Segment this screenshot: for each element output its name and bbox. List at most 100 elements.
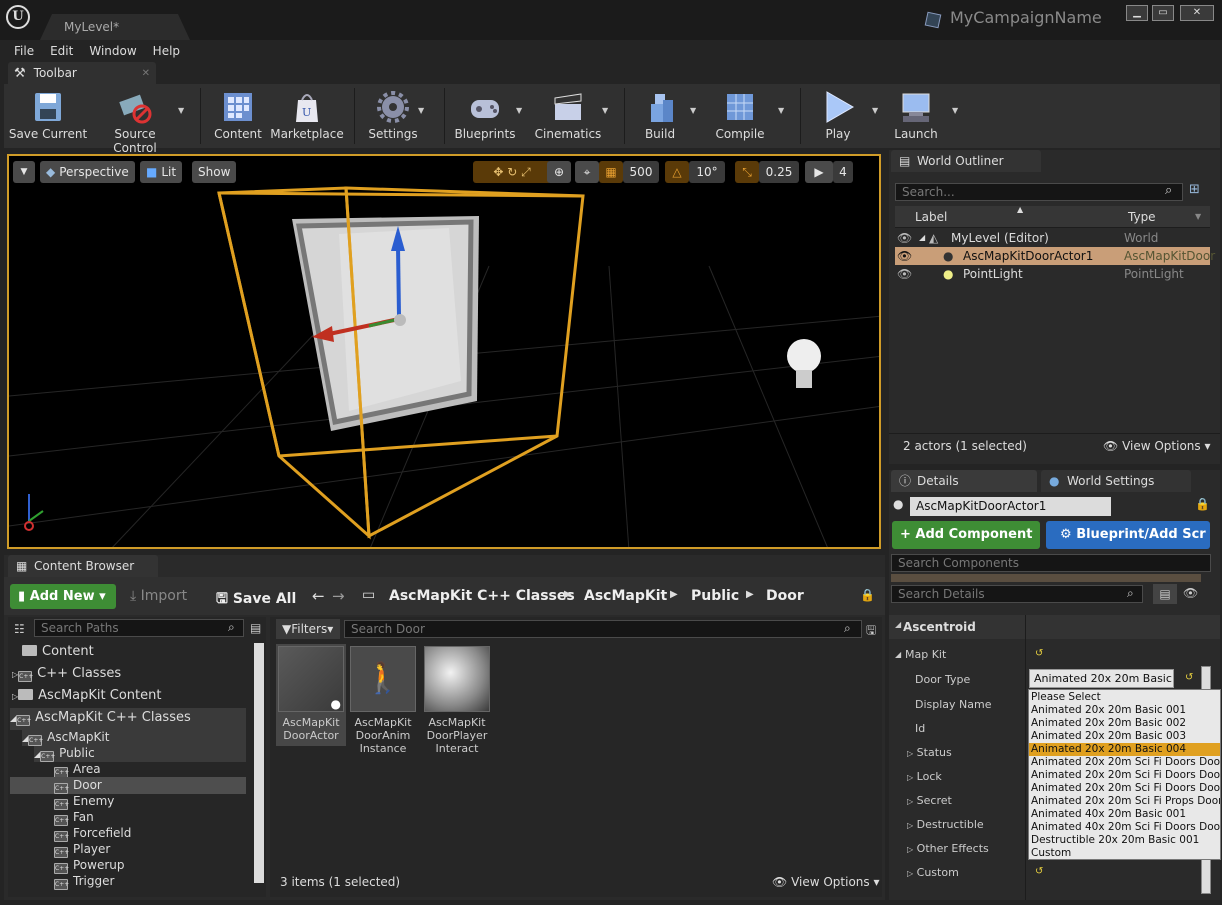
world-settings-tab[interactable]: ● World Settings bbox=[1041, 470, 1191, 492]
outliner-view-options[interactable]: 👁 View Options ▾ bbox=[1103, 439, 1211, 453]
close-icon[interactable]: ✕ bbox=[1180, 5, 1214, 21]
launch-button[interactable]: Launch bbox=[888, 84, 944, 148]
camera-speed-icon[interactable]: ▶ bbox=[805, 161, 833, 183]
compile-button[interactable]: Compile bbox=[708, 84, 772, 148]
show-button[interactable]: Show bbox=[192, 161, 237, 183]
grid-snap-icon[interactable]: ▦ bbox=[599, 161, 623, 183]
door-type-option[interactable]: Animated 20x 20m Basic 001 bbox=[1029, 704, 1220, 717]
section-other-effects[interactable]: ▷ Other Effects bbox=[907, 842, 989, 855]
asset-door-actor[interactable]: ● AscMapKit DoorActor bbox=[276, 644, 346, 746]
column-dropdown-icon[interactable]: ▼ bbox=[1195, 212, 1201, 221]
compile-dropdown-icon[interactable]: ▼ bbox=[778, 106, 784, 115]
collapse-icon[interactable]: ◢ bbox=[895, 650, 901, 659]
breadcrumb-item[interactable]: AscMapKit C++ Classes bbox=[389, 588, 575, 604]
content-browser-tab[interactable]: ▦ Content Browser bbox=[8, 555, 158, 577]
source-control-dropdown-icon[interactable]: ▼ bbox=[178, 106, 184, 115]
menu-file[interactable]: File bbox=[14, 44, 34, 58]
blueprints-dropdown-icon[interactable]: ▼ bbox=[516, 106, 522, 115]
door-type-option[interactable]: Animated 40x 20m Sci Fi Doors Door 3 bbox=[1029, 821, 1220, 834]
door-type-option[interactable]: Destructible 20x 20m Basic 001 bbox=[1029, 834, 1220, 847]
add-new-button[interactable]: ▮ Add New ▾ bbox=[10, 584, 116, 609]
tree-enemy[interactable]: C++ Enemy bbox=[54, 794, 114, 810]
lock-icon[interactable]: 🔒 bbox=[860, 588, 875, 602]
blueprint-add-script-button[interactable]: ⚙ Blueprint/Add Scr bbox=[1046, 521, 1210, 549]
door-type-option[interactable]: Animated 20x 20m Basic 003 bbox=[1029, 730, 1220, 743]
category-ascentroid[interactable]: ◢ Ascentroid bbox=[889, 615, 1220, 639]
reset-to-default-icon[interactable]: ↺ bbox=[1185, 672, 1193, 683]
door-type-option[interactable]: Animated 40x 20m Basic 001 bbox=[1029, 808, 1220, 821]
door-type-option[interactable]: Please Select bbox=[1029, 691, 1220, 704]
tree-forcefield[interactable]: C++ Forcefield bbox=[54, 826, 131, 842]
sources-scrollbar[interactable] bbox=[254, 643, 264, 883]
door-type-option[interactable]: Custom bbox=[1029, 847, 1220, 859]
point-light-icon[interactable] bbox=[787, 339, 821, 388]
world-outliner-tab[interactable]: ▤ World Outliner bbox=[891, 150, 1041, 172]
toolbar-tab[interactable]: ⚒ Toolbar ✕ bbox=[8, 62, 156, 84]
menu-help[interactable]: Help bbox=[153, 44, 180, 58]
reset-to-default-icon[interactable]: ↺ bbox=[1035, 648, 1043, 659]
forward-arrow-icon[interactable]: → bbox=[332, 587, 345, 605]
details-tab[interactable]: ⓘ Details bbox=[891, 470, 1037, 492]
door-type-option-selected[interactable]: Animated 20x 20m Basic 004 bbox=[1029, 743, 1220, 756]
menu-edit[interactable]: Edit bbox=[50, 44, 73, 58]
marketplace-button[interactable]: U Marketplace bbox=[270, 84, 344, 148]
source-control-button[interactable]: Source Control bbox=[92, 84, 178, 155]
back-arrow-icon[interactable]: ← bbox=[312, 587, 325, 605]
close-tab-icon[interactable]: ✕ bbox=[142, 68, 150, 79]
asset-view-options[interactable]: 👁 View Options ▾ bbox=[772, 875, 880, 889]
label-column-header[interactable]: Label bbox=[915, 210, 947, 224]
section-destructible[interactable]: ▷ Destructible bbox=[907, 818, 984, 831]
rotation-snap-icon[interactable]: △ bbox=[665, 161, 689, 183]
tree-ascmapkit-content[interactable]: ▷ AscMapKit Content bbox=[12, 688, 161, 703]
scale-snap-value[interactable]: 0.25 bbox=[759, 161, 799, 183]
expand-icon[interactable]: ◢ bbox=[919, 229, 925, 247]
level-document-tab[interactable]: MyLevel* bbox=[40, 14, 190, 40]
play-button[interactable]: Play bbox=[810, 84, 866, 148]
maximize-icon[interactable]: ▭ bbox=[1152, 5, 1174, 21]
tree-player[interactable]: C++ Player bbox=[54, 842, 110, 858]
property-matrix-icon[interactable]: ▤ bbox=[1153, 584, 1177, 604]
tree-powerup[interactable]: C++ Powerup bbox=[54, 858, 125, 874]
search-details-input[interactable]: Search Details bbox=[891, 585, 1143, 603]
section-status[interactable]: ▷ Status bbox=[907, 746, 952, 759]
content-button[interactable]: Content bbox=[210, 84, 266, 148]
visibility-eye-icon[interactable]: 👁 bbox=[897, 265, 912, 283]
save-current-button[interactable]: Save Current bbox=[8, 84, 88, 148]
door-type-option[interactable]: Animated 20x 20m Sci Fi Doors Door 2 bbox=[1029, 769, 1220, 782]
launch-dropdown-icon[interactable]: ▼ bbox=[952, 106, 958, 115]
search-paths-input[interactable]: Search Paths bbox=[34, 619, 244, 637]
tree-content[interactable]: Content bbox=[22, 644, 94, 659]
section-secret[interactable]: ▷ Secret bbox=[907, 794, 952, 807]
visibility-eye-icon[interactable]: 👁 bbox=[897, 247, 912, 265]
blueprints-button[interactable]: Blueprints bbox=[452, 84, 518, 148]
grid-size-value[interactable]: 500 bbox=[623, 161, 659, 183]
type-column-header[interactable]: Type bbox=[1128, 210, 1156, 224]
add-folder-icon[interactable]: ⊞ bbox=[1189, 182, 1200, 197]
breadcrumb-item[interactable]: Door bbox=[766, 588, 804, 604]
save-all-button[interactable]: 🖫 Save All bbox=[216, 588, 296, 612]
lit-button[interactable]: ■ Lit bbox=[140, 161, 183, 183]
perspective-button[interactable]: ◆ Perspective bbox=[40, 161, 135, 183]
reset-to-default-icon[interactable]: ↺ bbox=[1035, 866, 1043, 877]
sources-settings-icon[interactable]: ▤ bbox=[250, 621, 261, 635]
actor-name-field[interactable]: AscMapKitDoorActor1 bbox=[910, 497, 1111, 516]
cinematics-button[interactable]: Cinematics bbox=[534, 84, 602, 148]
add-component-button[interactable]: + Add Component ▾ bbox=[892, 521, 1040, 570]
viewport-options-icon[interactable]: ▼ bbox=[13, 161, 35, 183]
tree-public[interactable]: ◢C++ Public bbox=[34, 746, 246, 762]
outliner-row-world[interactable]: 👁 ◢ ◭ MyLevel (Editor) World bbox=[895, 229, 1210, 247]
build-button[interactable]: Build bbox=[632, 84, 688, 148]
tree-door[interactable]: C++ Door bbox=[10, 777, 246, 794]
play-dropdown-icon[interactable]: ▼ bbox=[872, 106, 878, 115]
door-type-option[interactable]: Animated 20x 20m Basic 002 bbox=[1029, 717, 1220, 730]
outliner-search-input[interactable]: Search... bbox=[895, 183, 1183, 201]
section-lock[interactable]: ▷ Lock bbox=[907, 770, 942, 783]
section-custom[interactable]: ▷ Custom bbox=[907, 866, 959, 879]
tree-options-icon[interactable]: ☷ bbox=[14, 622, 25, 636]
search-door-input[interactable]: Search Door bbox=[344, 620, 862, 638]
tree-area[interactable]: C++ Area bbox=[54, 762, 101, 778]
import-button[interactable]: ⤓ Import bbox=[130, 588, 187, 604]
door-type-option[interactable]: Animated 20x 20m Sci Fi Props Door 1 bbox=[1029, 795, 1220, 808]
minimize-icon[interactable]: ▁ bbox=[1126, 5, 1148, 21]
tree-cpp-classes[interactable]: ▷C++ C++ Classes bbox=[12, 666, 121, 682]
